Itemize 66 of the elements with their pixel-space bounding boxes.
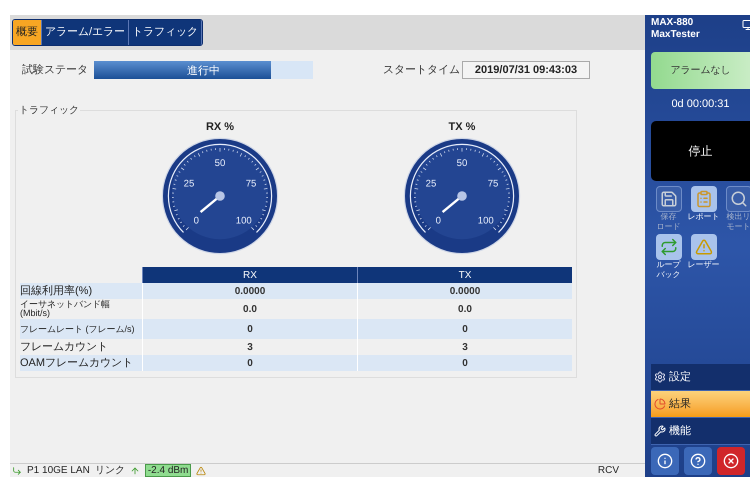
gauge-label: 100 <box>478 214 494 226</box>
row-label: フレームカウント <box>20 340 109 355</box>
product-name: MaxTester <box>651 29 700 41</box>
alarm-panel: アラームなし <box>651 52 750 89</box>
tool-label: 保存 ロード <box>656 212 680 232</box>
return-arrow-icon <box>12 466 22 476</box>
close-icon <box>723 453 739 469</box>
elapsed-time: 0d 00:00:31 <box>670 96 731 112</box>
rcv-label: RCV <box>598 464 619 477</box>
tab[interactable]: アラーム/エラー <box>42 20 130 45</box>
gauge-label: 0 <box>194 214 199 226</box>
table-cell: 0 <box>142 355 357 371</box>
status-text: 進行中 <box>187 64 220 79</box>
tool-label: ループ バック <box>656 260 680 280</box>
power-reading: -2.4 dBm <box>144 464 192 477</box>
info-button[interactable] <box>651 447 679 475</box>
magnifier-icon <box>730 190 748 208</box>
tab[interactable]: トラフィック <box>129 20 202 45</box>
warning-icon <box>196 466 206 476</box>
gauge-label: 50 <box>214 158 226 168</box>
gauge-label: 100 <box>236 214 252 226</box>
settings-icon <box>654 371 666 383</box>
menu-item[interactable]: 設定 <box>651 364 750 391</box>
menu-item[interactable]: 結果 <box>651 391 750 418</box>
gauge-needle <box>200 190 225 212</box>
close-button[interactable] <box>717 447 745 475</box>
gauge-label: 0 <box>436 214 441 226</box>
port-label: P1 10GE LAN <box>27 464 90 477</box>
tab[interactable]: 概要 <box>13 20 42 45</box>
tool-button[interactable]: レポート <box>686 186 721 232</box>
gauge-title: TX % <box>448 120 476 135</box>
gauge-label: 25 <box>426 178 436 190</box>
gauge-label: 75 <box>246 178 256 190</box>
table-cell: 0 <box>357 355 572 371</box>
gauge-label: 75 <box>488 178 498 190</box>
gauge-label: 25 <box>184 178 194 190</box>
arrow-up-icon <box>130 466 140 476</box>
column-header: TX <box>357 267 572 283</box>
tool-label: 検出リ モート <box>726 212 750 232</box>
gauge-needle <box>442 190 467 212</box>
field-label: 試験ステータ <box>22 62 89 78</box>
start-time-field: 2019/07/31 09:43:03 <box>462 61 590 79</box>
row-label: 回線利用率(%) <box>20 284 94 299</box>
help-icon <box>690 453 706 469</box>
tool-button[interactable]: レーザー <box>686 234 721 280</box>
warning-icon <box>694 238 712 256</box>
link-label: リンク <box>94 464 125 477</box>
help-button[interactable] <box>684 447 712 475</box>
model-name: MAX-880 <box>651 17 694 29</box>
row-label: フレームレート (フレーム/s) <box>20 322 136 336</box>
wrench-icon <box>654 425 666 437</box>
repeat-arrows-icon <box>660 238 678 256</box>
menu-item[interactable]: 機能 <box>651 418 750 445</box>
gauge-title: RX % <box>206 120 234 135</box>
clipboard-icon <box>694 190 712 208</box>
row-label: イーサネットバンド幅 (Mbit/s) <box>20 299 111 319</box>
tool-label: レポート <box>688 212 720 222</box>
stop-button[interactable]: 停止 <box>651 121 750 181</box>
row-label: OAMフレームカウント <box>20 356 134 371</box>
pie-chart-icon <box>654 398 666 410</box>
gauge-label: 50 <box>456 158 468 168</box>
tool-button[interactable]: ループ バック <box>651 234 686 280</box>
info-icon <box>657 453 673 469</box>
column-header: RX <box>142 267 357 283</box>
tool-label: レーザー <box>688 260 720 270</box>
field-label: スタートタイム <box>383 62 460 78</box>
